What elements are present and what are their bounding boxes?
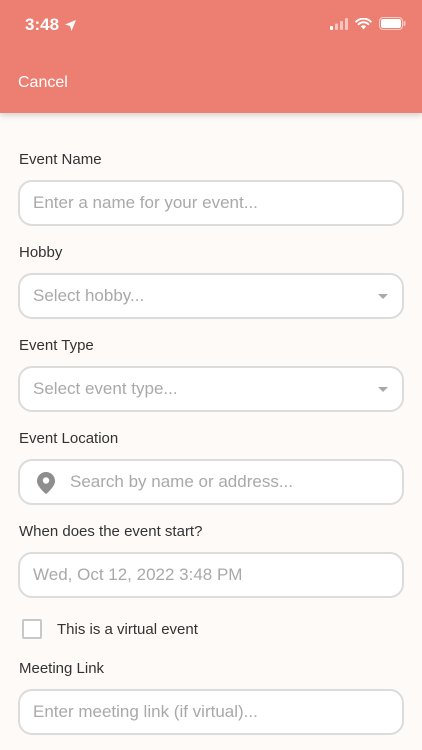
virtual-event-label: This is a virtual event [57,620,198,638]
status-bar-time: 3:48 [25,15,77,35]
meeting-link-label: Meeting Link [19,660,105,677]
virtual-event-checkbox[interactable] [22,619,42,639]
start-time-value: Wed, Oct 12, 2022 3:48 PM [33,565,243,584]
app-header: 3:48 Cancel [0,0,422,113]
event-type-placeholder: Select event type... [33,379,178,398]
event-name-input[interactable]: Enter a name for your event... [18,180,404,226]
event-name-label: Event Name [19,151,102,168]
event-location-label: Event Location [19,430,119,447]
start-time-label: When does the event start? [19,523,203,540]
battery-icon [379,17,406,30]
create-event-form: Event Name Enter a name for your event..… [0,113,422,750]
event-location-placeholder: Search by name or address... [70,472,294,491]
wifi-icon [355,17,372,29]
hobby-label: Hobby [19,244,63,261]
chevron-down-icon [378,387,388,392]
meeting-link-placeholder: Enter meeting link (if virtual)... [33,702,258,721]
status-bar-right [330,17,406,30]
virtual-event-row[interactable]: This is a virtual event [22,619,198,639]
start-time-picker[interactable]: Wed, Oct 12, 2022 3:48 PM [18,552,404,598]
time-text: 3:48 [25,15,60,34]
hobby-placeholder: Select hobby... [33,286,145,305]
map-pin-icon [37,472,55,494]
event-name-placeholder: Enter a name for your event... [33,193,258,212]
event-type-label: Event Type [19,337,94,354]
chevron-down-icon [378,294,388,299]
meeting-link-input[interactable]: Enter meeting link (if virtual)... [18,689,404,735]
event-type-select[interactable]: Select event type... [18,366,404,412]
cancel-button[interactable]: Cancel [18,74,68,92]
cellular-signal-icon [330,17,348,30]
hobby-select[interactable]: Select hobby... [18,273,404,319]
event-location-input[interactable]: Search by name or address... [18,459,404,505]
location-arrow-icon [65,19,77,31]
